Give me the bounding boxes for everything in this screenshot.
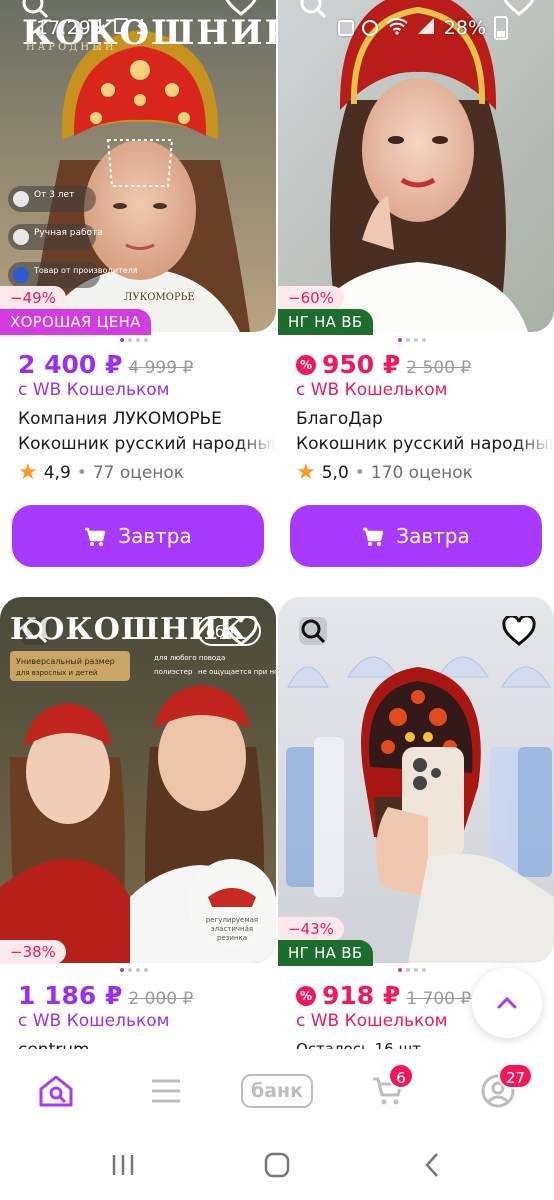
image-circle-line2: эластичная <box>211 925 253 933</box>
image-banner-line1: Универсальный размер <box>16 657 115 666</box>
image-circle-line3: резинка <box>217 934 247 942</box>
sale-percent-icon: % <box>296 985 316 1006</box>
old-price: 2 000 ₽ <box>128 989 194 1009</box>
image-feature-3: не ощущается при носке <box>198 668 276 676</box>
chevron-up-icon <box>497 996 517 1009</box>
product-card[interactable]: −43% НГ НА ВБ % 918 ₽ 1 700 ₽ с WB Кошел… <box>278 0 554 1058</box>
product-photo <box>278 597 554 963</box>
old-price: 1 700 ₽ <box>406 989 472 1009</box>
discount-badge: −38% <box>0 940 66 964</box>
image-feature-1: для любого повода <box>154 654 225 662</box>
product-card[interactable]: КОКОШНИК обо Универсальный размер для вз… <box>0 0 276 1060</box>
promo-label: НГ НА ВБ <box>278 940 373 966</box>
image-pager-dots <box>120 968 148 972</box>
similar-search-icon[interactable] <box>18 614 52 648</box>
product-image[interactable] <box>278 597 554 963</box>
nav-home[interactable] <box>26 1069 86 1113</box>
recent-apps-icon[interactable] <box>110 1153 136 1177</box>
favorite-heart-icon[interactable] <box>502 614 536 650</box>
cart-count-badge: 6 <box>388 1063 414 1089</box>
wallet-note: с WB Кошельком <box>18 1011 170 1031</box>
product-image[interactable]: КОКОШНИК обо Универсальный размер для вз… <box>0 597 276 963</box>
price: 918 ₽ <box>322 981 401 1010</box>
home-icon[interactable] <box>264 1152 290 1178</box>
product-photo: КОКОШНИК обо Универсальный размер для вз… <box>0 597 276 963</box>
image-feature-2: полиэстер <box>154 668 193 676</box>
menu-icon <box>152 1079 180 1103</box>
scroll-to-top-button[interactable] <box>472 968 542 1038</box>
image-banner-line2: для взрослых и детей <box>16 669 97 677</box>
system-navigation-bar <box>0 1133 554 1200</box>
image-pager-dots <box>398 968 426 972</box>
app-screen: 17:29 28% КОКОШНИК НАРОДНЫЙ От 3 лет Руч… <box>0 0 554 1200</box>
favorite-heart-icon[interactable] <box>224 614 258 650</box>
bottom-nav: банк 6 27 <box>0 1049 554 1133</box>
nav-bank[interactable]: банк <box>237 1069 317 1113</box>
home-search-icon <box>39 1075 73 1107</box>
similar-search-icon[interactable] <box>296 614 330 648</box>
nav-cart[interactable]: 6 <box>358 1063 418 1113</box>
nav-catalog[interactable] <box>136 1069 196 1113</box>
bank-label: банк <box>241 1074 313 1108</box>
price-row: 1 186 ₽ 2 000 ₽ <box>18 981 193 1010</box>
profile-count-badge: 27 <box>498 1063 534 1089</box>
back-icon[interactable] <box>424 1152 440 1178</box>
discount-badge: −43% <box>278 917 344 941</box>
price-row: % 918 ₽ 1 700 ₽ <box>296 981 471 1010</box>
image-circle-line1: регулируемая <box>206 916 258 924</box>
price: 1 186 ₽ <box>18 981 123 1010</box>
nav-profile[interactable]: 27 <box>468 1063 534 1113</box>
wallet-note: с WB Кошельком <box>296 1011 448 1031</box>
